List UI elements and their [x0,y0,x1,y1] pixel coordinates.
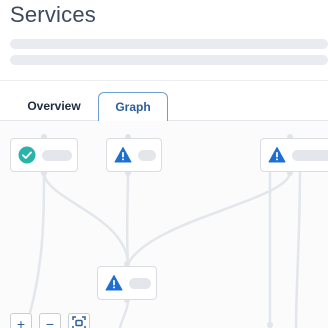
edge [126,171,292,265]
edge-anchor [267,322,273,328]
edge [125,171,130,265]
fit-to-screen-button[interactable] [68,313,90,328]
tab-graph[interactable]: Graph [98,92,168,121]
node-label-placeholder [129,277,151,289]
node-label-placeholder [138,149,156,161]
warning-triangle-icon [114,146,132,164]
zoom-in-button[interactable]: + [10,313,32,328]
service-node[interactable] [106,138,162,172]
fit-screen-icon [72,316,86,328]
check-circle-icon [18,146,36,164]
service-node[interactable] [10,138,78,172]
edge [118,299,130,328]
node-label-placeholder [42,149,72,161]
warning-triangle-icon [268,146,286,164]
service-node[interactable] [97,266,157,300]
edge [42,171,130,265]
edge [294,171,302,328]
service-node[interactable] [260,138,328,172]
edge [28,171,46,314]
node-label-placeholder [292,149,328,161]
zoom-out-button[interactable]: − [39,313,61,328]
warning-triangle-icon [105,274,123,292]
